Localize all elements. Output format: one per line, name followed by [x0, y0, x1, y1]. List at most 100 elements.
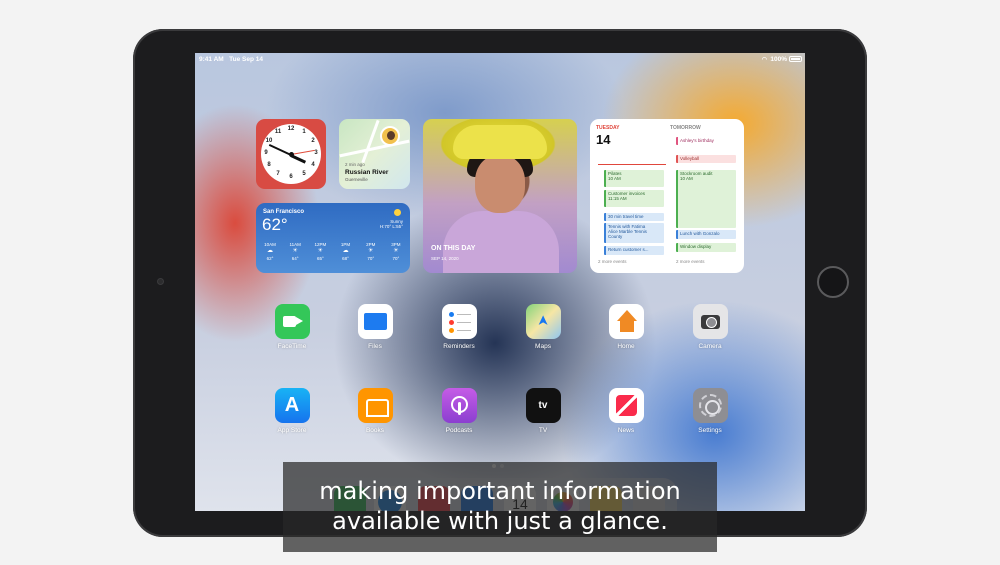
weather-hour: 1PM ☁ 68° — [337, 242, 355, 261]
app-camera[interactable]: Camera — [680, 304, 740, 350]
app-app-store[interactable]: App Store — [262, 388, 322, 434]
current-time-line — [598, 164, 666, 165]
photo-person-body — [443, 211, 559, 273]
calendar-event[interactable]: Window display — [676, 243, 736, 252]
sun-icon: ☀ — [368, 248, 374, 254]
calendar-more-events: 2 more events — [676, 259, 705, 264]
app-home[interactable]: Home — [596, 304, 656, 350]
app-label: FaceTime — [277, 343, 307, 350]
calendar-event[interactable]: Tennis with Fatima Alice Marble Tennis Co… — [604, 223, 664, 243]
app-settings[interactable]: Settings — [680, 388, 740, 434]
avatar — [380, 126, 400, 146]
home-button[interactable] — [817, 266, 849, 298]
calendar-today-label: TUESDAY — [596, 125, 620, 131]
weather-condition: Sunny H:70° L:55° — [380, 219, 403, 229]
app-label: Reminders — [443, 343, 475, 350]
app-facetime[interactable]: FaceTime — [262, 304, 322, 350]
app-maps[interactable]: Maps — [513, 304, 573, 350]
clock-numeral: 6 — [289, 174, 293, 180]
app-label: Camera — [698, 343, 722, 350]
camera-icon — [692, 304, 728, 339]
weather-hourly: 10AM ☁ 62° 11AM ☀ 64° 12PM ☀ 65° 1PM ☁ 68° 2PM ☀ 7… — [261, 242, 405, 261]
cloud-icon: ☁ — [342, 248, 349, 254]
calendar-today: TUESDAY 14 — [596, 125, 666, 147]
weather-widget[interactable]: San Francisco 62° Sunny H:70° L:55° 10AM… — [256, 203, 410, 273]
clock-hub — [289, 152, 294, 157]
sun-icon: ☀ — [317, 248, 324, 254]
photo-memory-title: ON THIS DAY — [431, 245, 476, 252]
app-podcasts[interactable]: Podcasts — [429, 388, 489, 434]
home-screen: 9:41 AM Tue Sep 14 ◠ 100% 12 1 2 3 4 5 6… — [195, 53, 805, 511]
podcasts-icon — [441, 388, 477, 423]
calendar-event[interactable]: Return customer s... — [604, 246, 664, 255]
app-label: App Store — [277, 427, 307, 434]
caption-line: making important information — [319, 477, 681, 505]
clock-numeral: 11 — [274, 129, 282, 135]
weather-hour: 11AM ☀ 64° — [286, 242, 304, 261]
status-bar: 9:41 AM Tue Sep 14 ◠ 100% — [195, 53, 805, 67]
calendar-tomorrow-label: TOMORROW — [670, 125, 701, 131]
calendar-more-events: 2 more events — [598, 259, 627, 264]
sun-icon: ☀ — [393, 248, 399, 254]
map-road — [361, 119, 380, 164]
photo-person-face — [475, 155, 525, 213]
app-books[interactable]: Books — [345, 388, 405, 434]
calendar-tomorrow: TOMORROW — [670, 125, 740, 131]
app-tv[interactable]: tv TV — [513, 388, 573, 434]
app-label: Books — [365, 427, 385, 434]
calendar-event[interactable]: Volleyball — [676, 155, 736, 163]
app-store-icon — [274, 388, 310, 423]
maps-icon — [525, 304, 561, 339]
tv-logo-text: tv — [538, 400, 548, 411]
weather-hour: 10AM ☁ 62° — [261, 242, 279, 261]
find-my-widget[interactable]: 2 min ago Russian River Guerneville — [339, 119, 410, 189]
calendar-event[interactable]: 30 min travel time — [604, 213, 664, 221]
caption-line: available with just a glance. — [332, 507, 668, 535]
clock-numeral: 9 — [264, 150, 268, 156]
home-icon — [608, 304, 644, 339]
calendar-event[interactable]: Pilates 10 AM — [604, 170, 664, 187]
calendar-event[interactable]: Ashley's birthday — [676, 137, 736, 145]
weather-hour: 3PM ☀ 70° — [387, 242, 405, 261]
clock-numeral: 7 — [276, 171, 280, 177]
calendar-today-date: 14 — [596, 132, 611, 147]
calendar-event[interactable]: Customer invoices 11:15 AM — [604, 190, 664, 207]
weather-temp: 62° — [262, 215, 288, 234]
battery-icon — [789, 56, 802, 62]
clock-numeral: 12 — [287, 126, 295, 132]
weather-hour: 12PM ☀ 65° — [311, 242, 329, 261]
map-road — [339, 139, 410, 158]
app-reminders[interactable]: Reminders — [429, 304, 489, 350]
books-icon — [357, 388, 393, 423]
clock-numeral: 4 — [311, 162, 315, 168]
wifi-icon: ◠ — [761, 57, 767, 63]
video-frame: 9:41 AM Tue Sep 14 ◠ 100% 12 1 2 3 4 5 6… — [0, 0, 1000, 565]
weather-hilo: H:70° L:55° — [379, 224, 403, 229]
ipad-device: 9:41 AM Tue Sep 14 ◠ 100% 12 1 2 3 4 5 6… — [133, 29, 867, 537]
app-files[interactable]: Files — [345, 304, 405, 350]
photos-widget[interactable]: ON THIS DAY SEP 14, 2020 — [423, 119, 577, 273]
app-label: Maps — [535, 343, 551, 350]
reminders-icon — [441, 304, 477, 339]
clock-numeral: 1 — [302, 129, 306, 135]
calendar-event[interactable]: Lunch with Gonzalo — [676, 230, 736, 239]
calendar-widget[interactable]: TUESDAY 14 TOMORROW Pilates 10 AM Custome… — [590, 119, 744, 273]
location-age: 2 min ago — [345, 162, 365, 167]
location-town: Guerneville — [345, 177, 368, 182]
clock-widget[interactable]: 12 1 2 3 4 5 6 7 8 9 10 11 — [256, 119, 326, 189]
clock-numeral: 5 — [302, 171, 306, 177]
calendar-event[interactable]: Stockroom audit 10 AM — [676, 170, 736, 228]
apple-tv-icon: tv — [525, 388, 561, 423]
app-label: TV — [538, 427, 548, 434]
photo-memory-date: SEP 14, 2020 — [431, 256, 459, 261]
app-label: Home — [617, 343, 635, 350]
sun-icon — [394, 209, 401, 216]
sun-icon: ☀ — [292, 248, 298, 254]
photo-person-hat — [453, 125, 547, 159]
location-name: Russian River — [345, 169, 389, 176]
app-label: Podcasts — [445, 427, 473, 434]
app-news[interactable]: News — [596, 388, 656, 434]
battery-percent: 100% — [770, 56, 787, 63]
clock-numeral: 2 — [311, 138, 315, 144]
weather-hour: 2PM ☀ 70° — [362, 242, 380, 261]
